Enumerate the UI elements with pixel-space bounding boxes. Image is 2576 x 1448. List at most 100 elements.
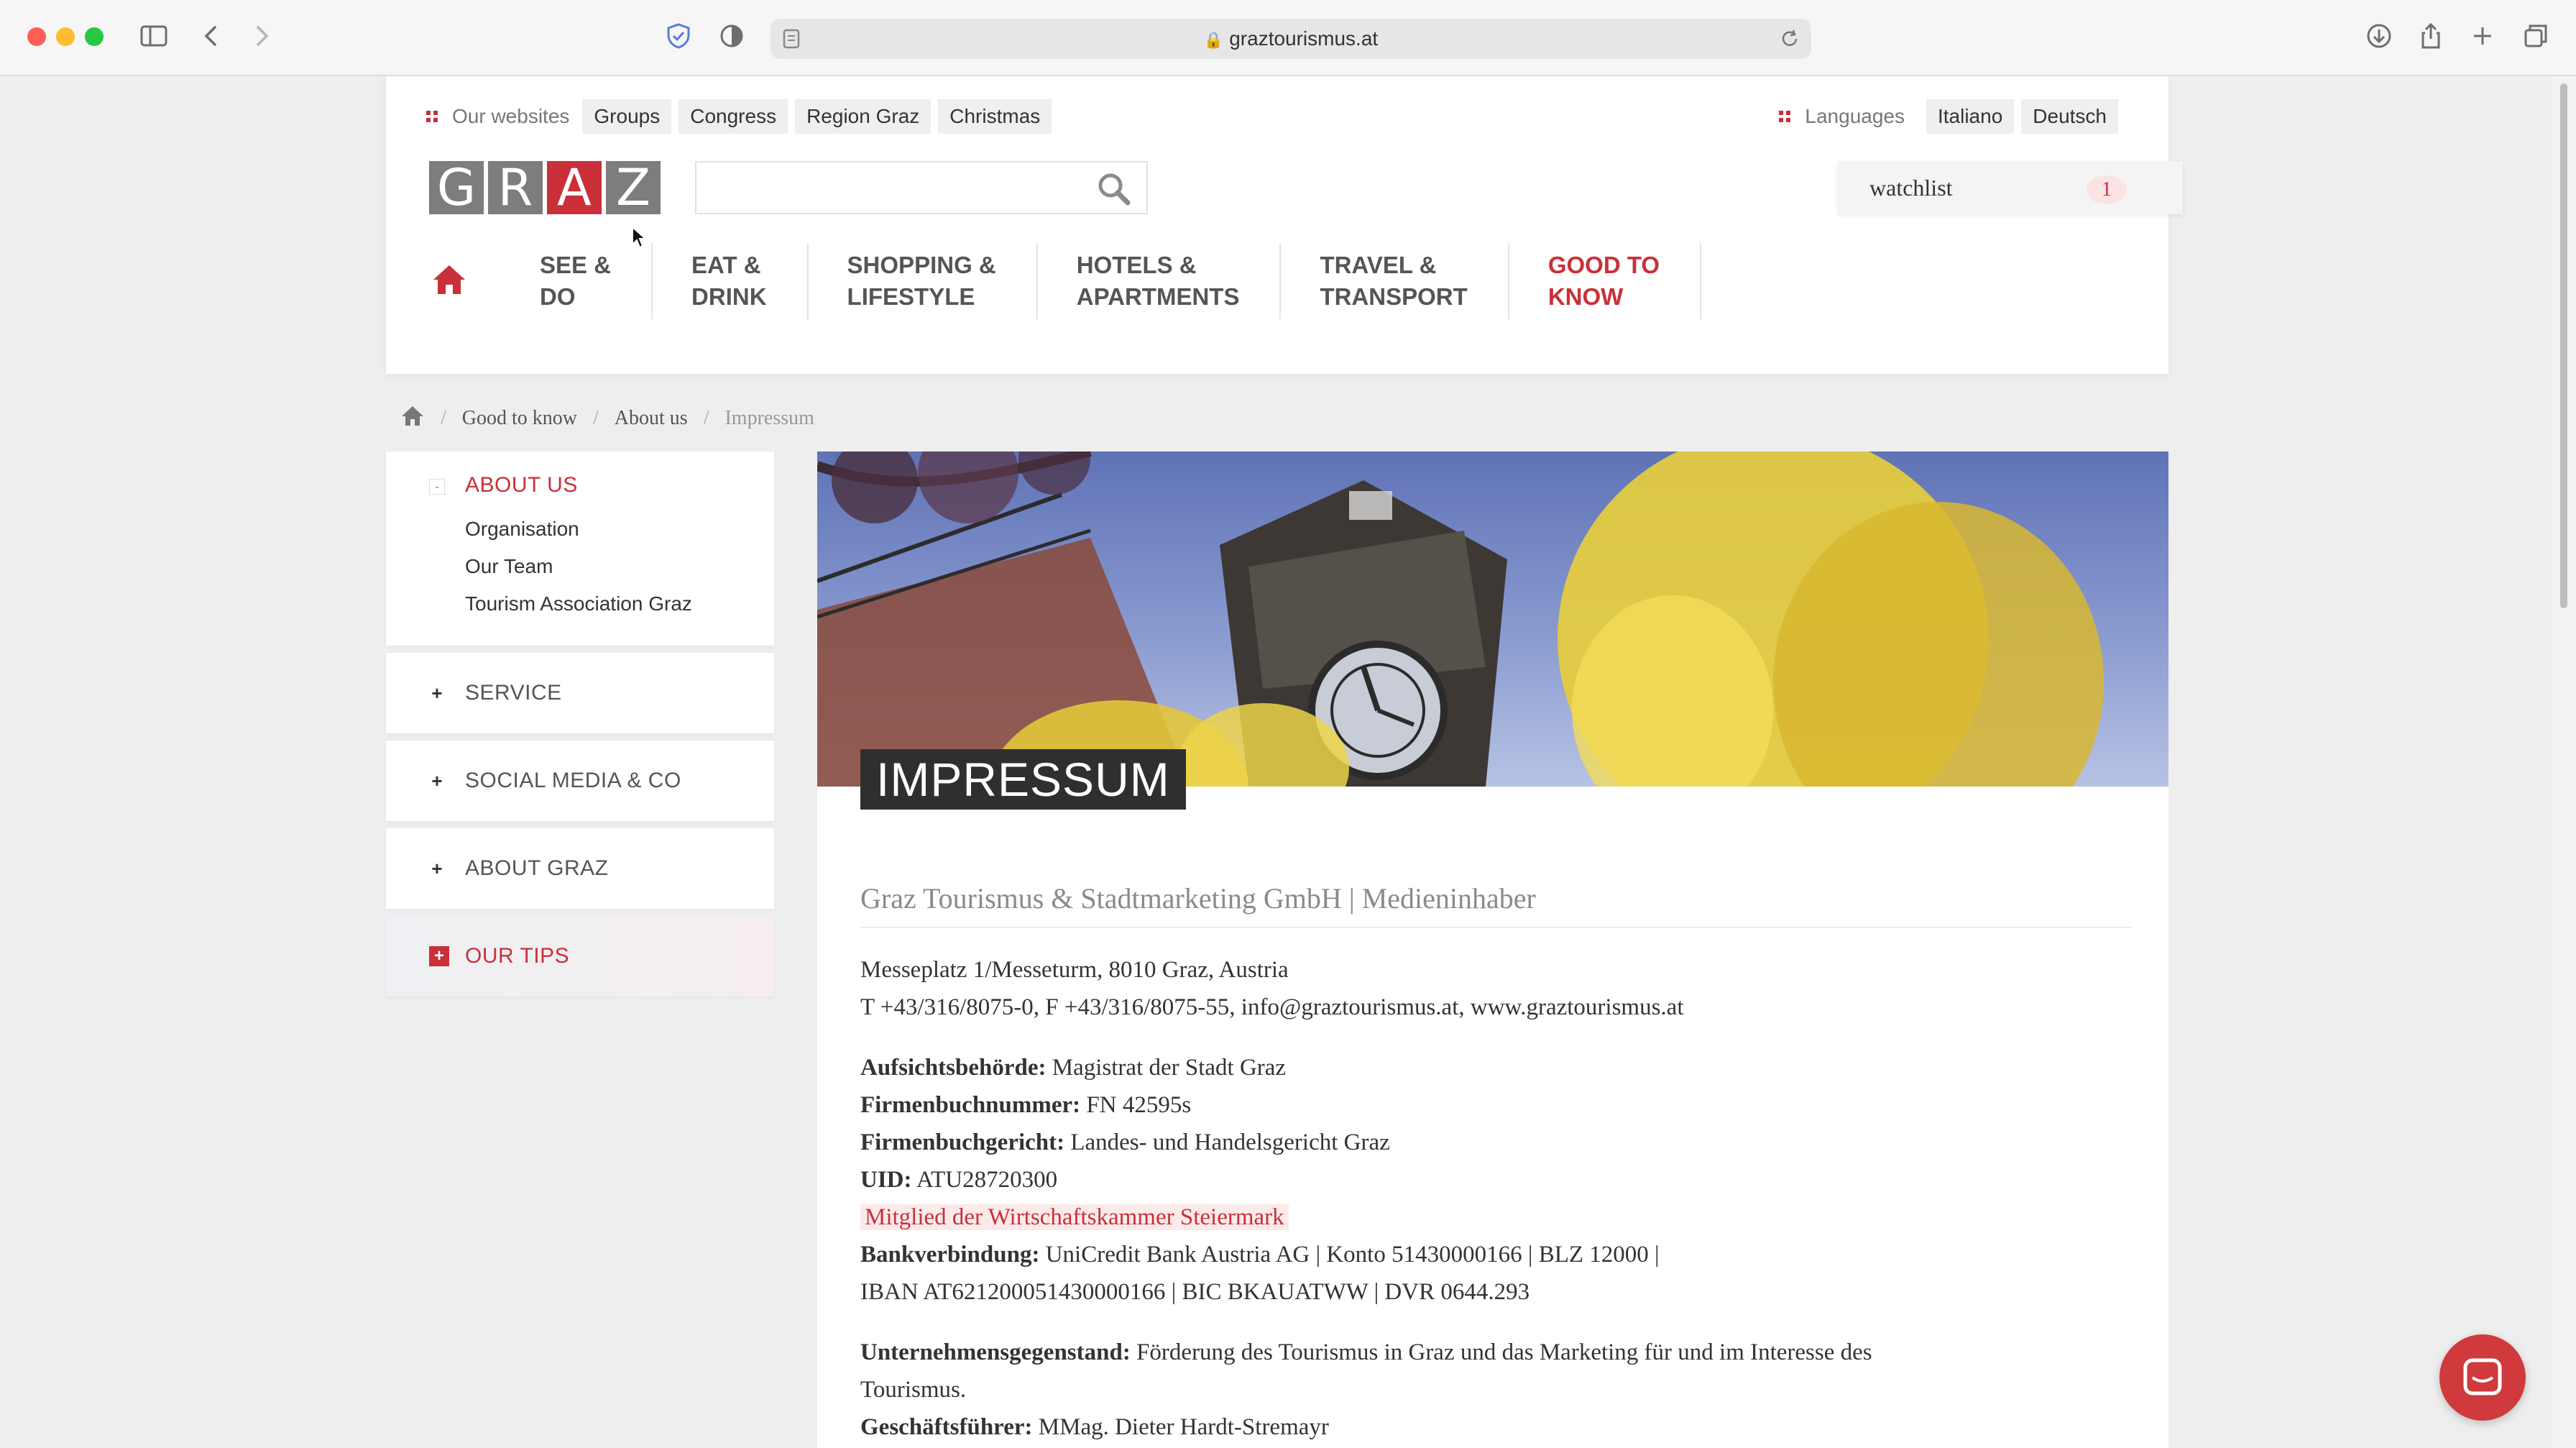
grid-icon bbox=[1779, 111, 1791, 122]
collapse-icon[interactable]: - bbox=[429, 479, 445, 495]
nav-good-to-know[interactable]: GOOD TO KNOW bbox=[1509, 243, 1702, 319]
new-tab-icon[interactable] bbox=[2467, 22, 2498, 53]
main-content: IMPRESSUM Graz Tourismus & Stadtmarketin… bbox=[817, 452, 2168, 1448]
nav-hotels-and-apartments[interactable]: HOTELS & APARTMENTS bbox=[1038, 243, 1282, 319]
browser-toolbar: 🔒 graztourismus.at bbox=[0, 0, 2576, 76]
watchlist-label: watchlist bbox=[1869, 175, 1953, 201]
websites-bar: Our websites Groups Congress Region Graz… bbox=[426, 98, 1052, 135]
register-number-label: Firmenbuchnummer: bbox=[860, 1092, 1081, 1118]
languages-bar: Languages Italiano Deutsch bbox=[1779, 98, 2118, 135]
purpose-value-line1: Förderung des Tourismus in Graz und das … bbox=[1136, 1339, 1872, 1365]
authority-value: Magistrat der Stadt Graz bbox=[1052, 1055, 1287, 1081]
sidebar-item-organisation[interactable]: Organisation bbox=[465, 510, 692, 548]
expand-icon: + bbox=[431, 858, 443, 879]
downloads-icon[interactable] bbox=[2363, 22, 2395, 53]
lock-icon: 🔒 bbox=[1203, 31, 1224, 49]
page-scrollbar[interactable] bbox=[2552, 76, 2576, 1448]
tab-overview-icon[interactable] bbox=[2520, 22, 2552, 53]
expand-icon: + bbox=[431, 770, 443, 792]
watchlist-count-badge: 1 bbox=[2087, 175, 2127, 204]
logo-letter: A bbox=[547, 161, 602, 214]
share-icon[interactable] bbox=[2415, 22, 2447, 53]
expand-icon: + bbox=[431, 682, 443, 704]
home-nav-link[interactable] bbox=[426, 243, 501, 319]
ceo-label: Geschäftsführer: bbox=[860, 1414, 1033, 1440]
nav-see-and-do[interactable]: SEE & DO bbox=[501, 243, 653, 319]
ceo-value: MMag. Dieter Hardt-Stremayr bbox=[1038, 1414, 1329, 1440]
sidebar-toggle-icon[interactable] bbox=[138, 22, 170, 53]
plus-icon: + bbox=[429, 946, 449, 966]
uid-value: ATU28720300 bbox=[916, 1167, 1058, 1193]
chat-icon bbox=[2461, 1356, 2504, 1403]
purpose-label: Unternehmensgegenstand: bbox=[860, 1339, 1131, 1365]
impressum-text: Graz Tourismus & Stadtmarketing GmbH | M… bbox=[860, 881, 2133, 1446]
authority-label: Aufsichtsbehörde: bbox=[860, 1055, 1046, 1081]
close-window-button[interactable] bbox=[27, 27, 46, 46]
languages-label: Languages bbox=[1805, 105, 1905, 127]
sidebar-section-about-graz[interactable]: + ABOUT GRAZ bbox=[386, 828, 774, 909]
search-icon[interactable] bbox=[1095, 170, 1133, 209]
language-link-italiano[interactable]: Italiano bbox=[1926, 99, 2015, 134]
watchlist-button[interactable]: watchlist 1 bbox=[1838, 161, 2183, 214]
register-number-value: FN 42595s bbox=[1086, 1092, 1192, 1118]
bank-label: Bankverbindung: bbox=[860, 1242, 1040, 1268]
nav-travel-and-transport[interactable]: TRAVEL & TRANSPORT bbox=[1281, 243, 1509, 319]
url-text: graztourismus.at bbox=[1229, 27, 1379, 50]
graz-logo[interactable]: G R A Z bbox=[429, 161, 661, 214]
logo-letter: Z bbox=[606, 161, 661, 214]
breadcrumb-separator: / bbox=[593, 407, 599, 429]
sidebar-title-about-us[interactable]: ABOUT US bbox=[465, 473, 578, 498]
register-court-label: Firmenbuchgericht: bbox=[860, 1129, 1065, 1155]
address-bar[interactable]: 🔒 graztourismus.at bbox=[770, 19, 1811, 59]
page-title: IMPRESSUM bbox=[860, 749, 1186, 810]
breadcrumb-about-us[interactable]: About us bbox=[615, 407, 688, 430]
main-navigation: SEE & DO EAT & DRINK SHOPPING & LIFESTYL… bbox=[426, 243, 1702, 319]
reload-icon[interactable] bbox=[1778, 27, 1801, 54]
zoom-window-button[interactable] bbox=[85, 27, 104, 46]
sidebar-item-our-team[interactable]: Our Team bbox=[465, 548, 692, 585]
breadcrumb-good-to-know[interactable]: Good to know bbox=[462, 407, 577, 430]
bank-value-line2: IBAN AT621200051430000166 | BIC BKAUATWW… bbox=[860, 1279, 1530, 1305]
forward-icon[interactable] bbox=[246, 22, 277, 53]
nav-shopping-and-lifestyle[interactable]: SHOPPING & LIFESTYLE bbox=[809, 243, 1038, 319]
breadcrumb-separator: / bbox=[441, 407, 446, 429]
sidebar-title-our-tips: OUR TIPS bbox=[465, 944, 570, 968]
website-link-groups[interactable]: Groups bbox=[582, 99, 672, 134]
breadcrumb-separator: / bbox=[703, 407, 709, 429]
hero-image-clock-tower bbox=[817, 452, 2168, 787]
reader-mode-icon[interactable] bbox=[716, 22, 748, 53]
sidebar-section-social-media[interactable]: + SOCIAL MEDIA & CO bbox=[386, 741, 774, 821]
website-link-congress[interactable]: Congress bbox=[678, 99, 788, 134]
hero-illustration bbox=[817, 452, 2104, 787]
register-court-value: Landes- und Handelsgericht Graz bbox=[1070, 1129, 1390, 1155]
chamber-membership-link[interactable]: Mitglied der Wirtschaftskammer Steiermar… bbox=[860, 1204, 1289, 1230]
mouse-cursor-icon bbox=[631, 225, 648, 254]
web-page: Our websites Groups Congress Region Graz… bbox=[0, 76, 2552, 1448]
purpose-value-line2: Tourismus. bbox=[860, 1377, 967, 1403]
sidebar: - ABOUT US Organisation Our Team Tourism… bbox=[386, 452, 774, 1004]
breadcrumb-home-icon[interactable] bbox=[400, 404, 425, 433]
scrollbar-thumb[interactable] bbox=[2560, 83, 2567, 608]
sidebar-section-our-tips[interactable]: + OUR TIPS bbox=[386, 916, 774, 996]
address-line: Messeplatz 1/Messeturm, 8010 Graz, Austr… bbox=[860, 957, 1289, 983]
website-link-christmas[interactable]: Christmas bbox=[938, 99, 1052, 134]
website-link-region-graz[interactable]: Region Graz bbox=[795, 99, 932, 134]
logo-letter: R bbox=[488, 161, 543, 214]
privacy-shield-icon[interactable] bbox=[663, 22, 694, 53]
minimize-window-button[interactable] bbox=[56, 27, 75, 46]
sidebar-title-social-media: SOCIAL MEDIA & CO bbox=[465, 769, 681, 792]
sidebar-title-service: SERVICE bbox=[465, 681, 562, 705]
search-input[interactable] bbox=[696, 162, 1085, 213]
home-icon bbox=[431, 262, 468, 301]
back-icon[interactable] bbox=[196, 22, 227, 53]
sidebar-section-service[interactable]: + SERVICE bbox=[386, 653, 774, 733]
nav-eat-and-drink[interactable]: EAT & DRINK bbox=[653, 243, 809, 319]
sidebar-item-tourism-association[interactable]: Tourism Association Graz bbox=[465, 585, 692, 623]
sidebar-section-about-us: - ABOUT US Organisation Our Team Tourism… bbox=[386, 452, 774, 646]
breadcrumb-current: Impressum bbox=[724, 407, 814, 429]
chat-widget-button[interactable] bbox=[2439, 1334, 2526, 1421]
search-box bbox=[695, 161, 1148, 214]
uid-label: UID: bbox=[860, 1167, 912, 1193]
websites-label: Our websites bbox=[452, 105, 570, 127]
language-link-deutsch[interactable]: Deutsch bbox=[2021, 99, 2118, 134]
